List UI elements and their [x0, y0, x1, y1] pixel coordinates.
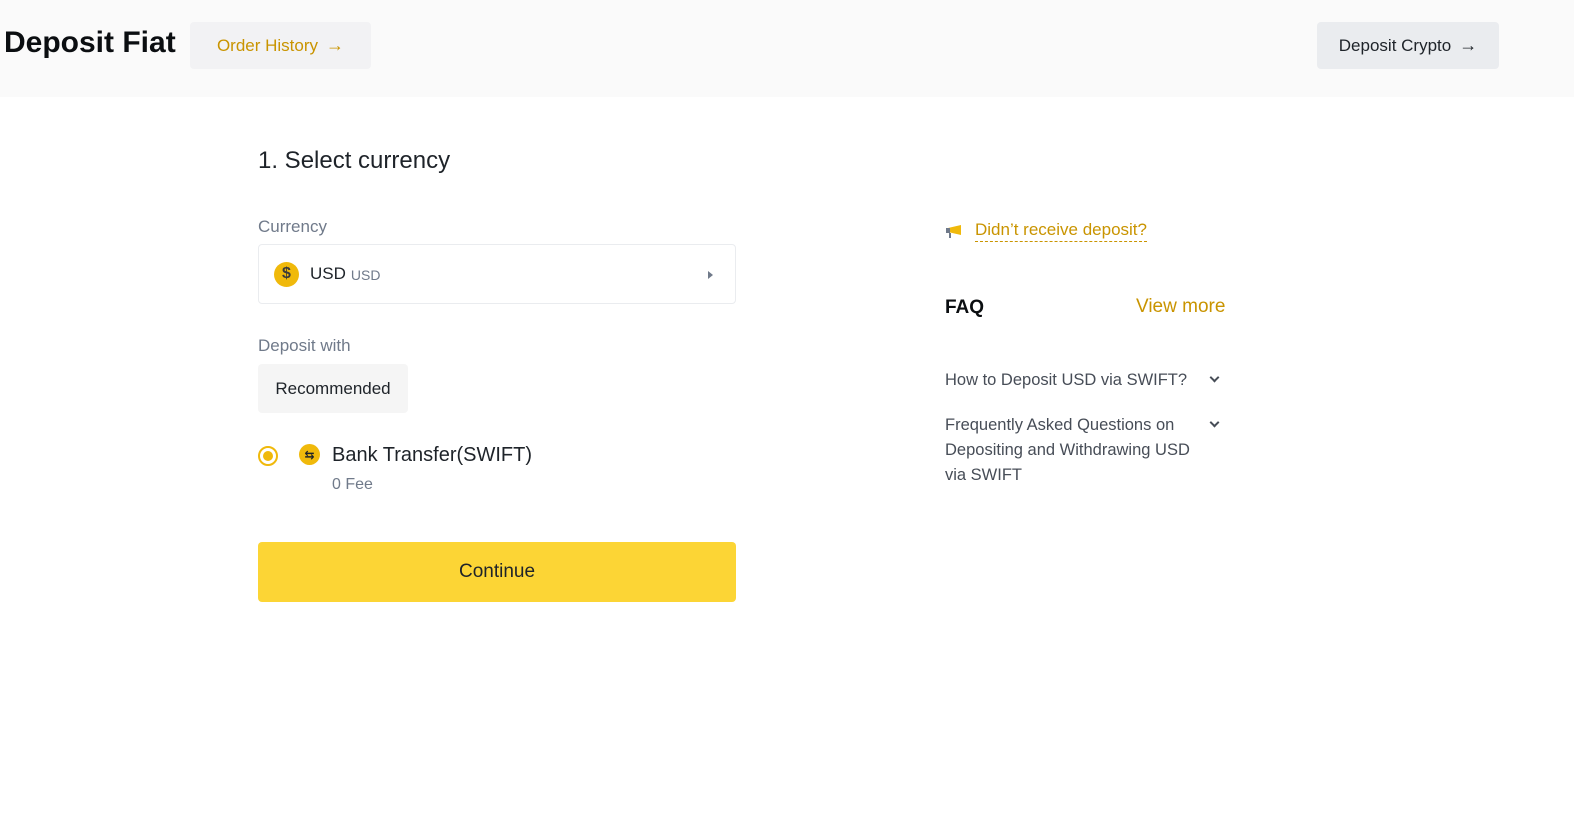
currency-label: Currency: [258, 217, 327, 236]
radio-selected-dot: [263, 451, 273, 461]
page-header: Deposit Fiat Order History → Deposit Cry…: [0, 0, 1574, 97]
faq-item[interactable]: How to Deposit USD via SWIFT?: [945, 368, 1230, 393]
tab-recommended[interactable]: Recommended: [258, 364, 408, 413]
currency-code: USD: [310, 264, 346, 283]
currency-select[interactable]: $ USD USD: [258, 244, 736, 304]
dollar-coin-icon: $: [274, 261, 299, 287]
faq-title: FAQ: [945, 297, 985, 318]
deposit-with-label: Deposit with: [258, 336, 351, 355]
deposit-crypto-label: Deposit Crypto: [1338, 35, 1452, 55]
continue-button[interactable]: Continue: [258, 542, 736, 602]
didnt-receive-deposit-link[interactable]: Didn’t receive deposit?: [945, 220, 1147, 242]
payment-method-bank-transfer[interactable]: ⇆ Bank Transfer(SWIFT) 0 Fee: [258, 442, 736, 502]
deposit-crypto-button[interactable]: Deposit Crypto →: [1317, 22, 1499, 69]
currency-subtitle: USD: [350, 267, 381, 283]
caret-right-icon: [708, 271, 713, 279]
faq-item[interactable]: Frequently Asked Questions on Depositing…: [945, 413, 1230, 488]
step-title: 1. Select currency: [258, 147, 451, 174]
didnt-receive-deposit-label: Didn’t receive deposit?: [975, 220, 1147, 242]
chevron-down-icon: [1209, 372, 1220, 383]
arrow-right-icon: →: [326, 35, 345, 55]
method-radio[interactable]: [258, 446, 278, 466]
method-name: Bank Transfer(SWIFT): [332, 444, 533, 466]
page-title: Deposit Fiat: [4, 26, 176, 59]
faq-question: Frequently Asked Questions on Depositing…: [945, 416, 1190, 484]
megaphone-icon: [945, 223, 963, 239]
faq-question: How to Deposit USD via SWIFT?: [945, 371, 1188, 389]
view-more-link[interactable]: View more: [1136, 296, 1225, 318]
chevron-down-icon: [1209, 417, 1220, 428]
method-fee: 0 Fee: [332, 476, 373, 493]
order-history-label: Order History: [216, 35, 319, 55]
arrow-right-icon: →: [1459, 35, 1478, 55]
transfer-arrows-icon: ⇆: [299, 444, 320, 465]
order-history-button[interactable]: Order History →: [190, 22, 371, 69]
